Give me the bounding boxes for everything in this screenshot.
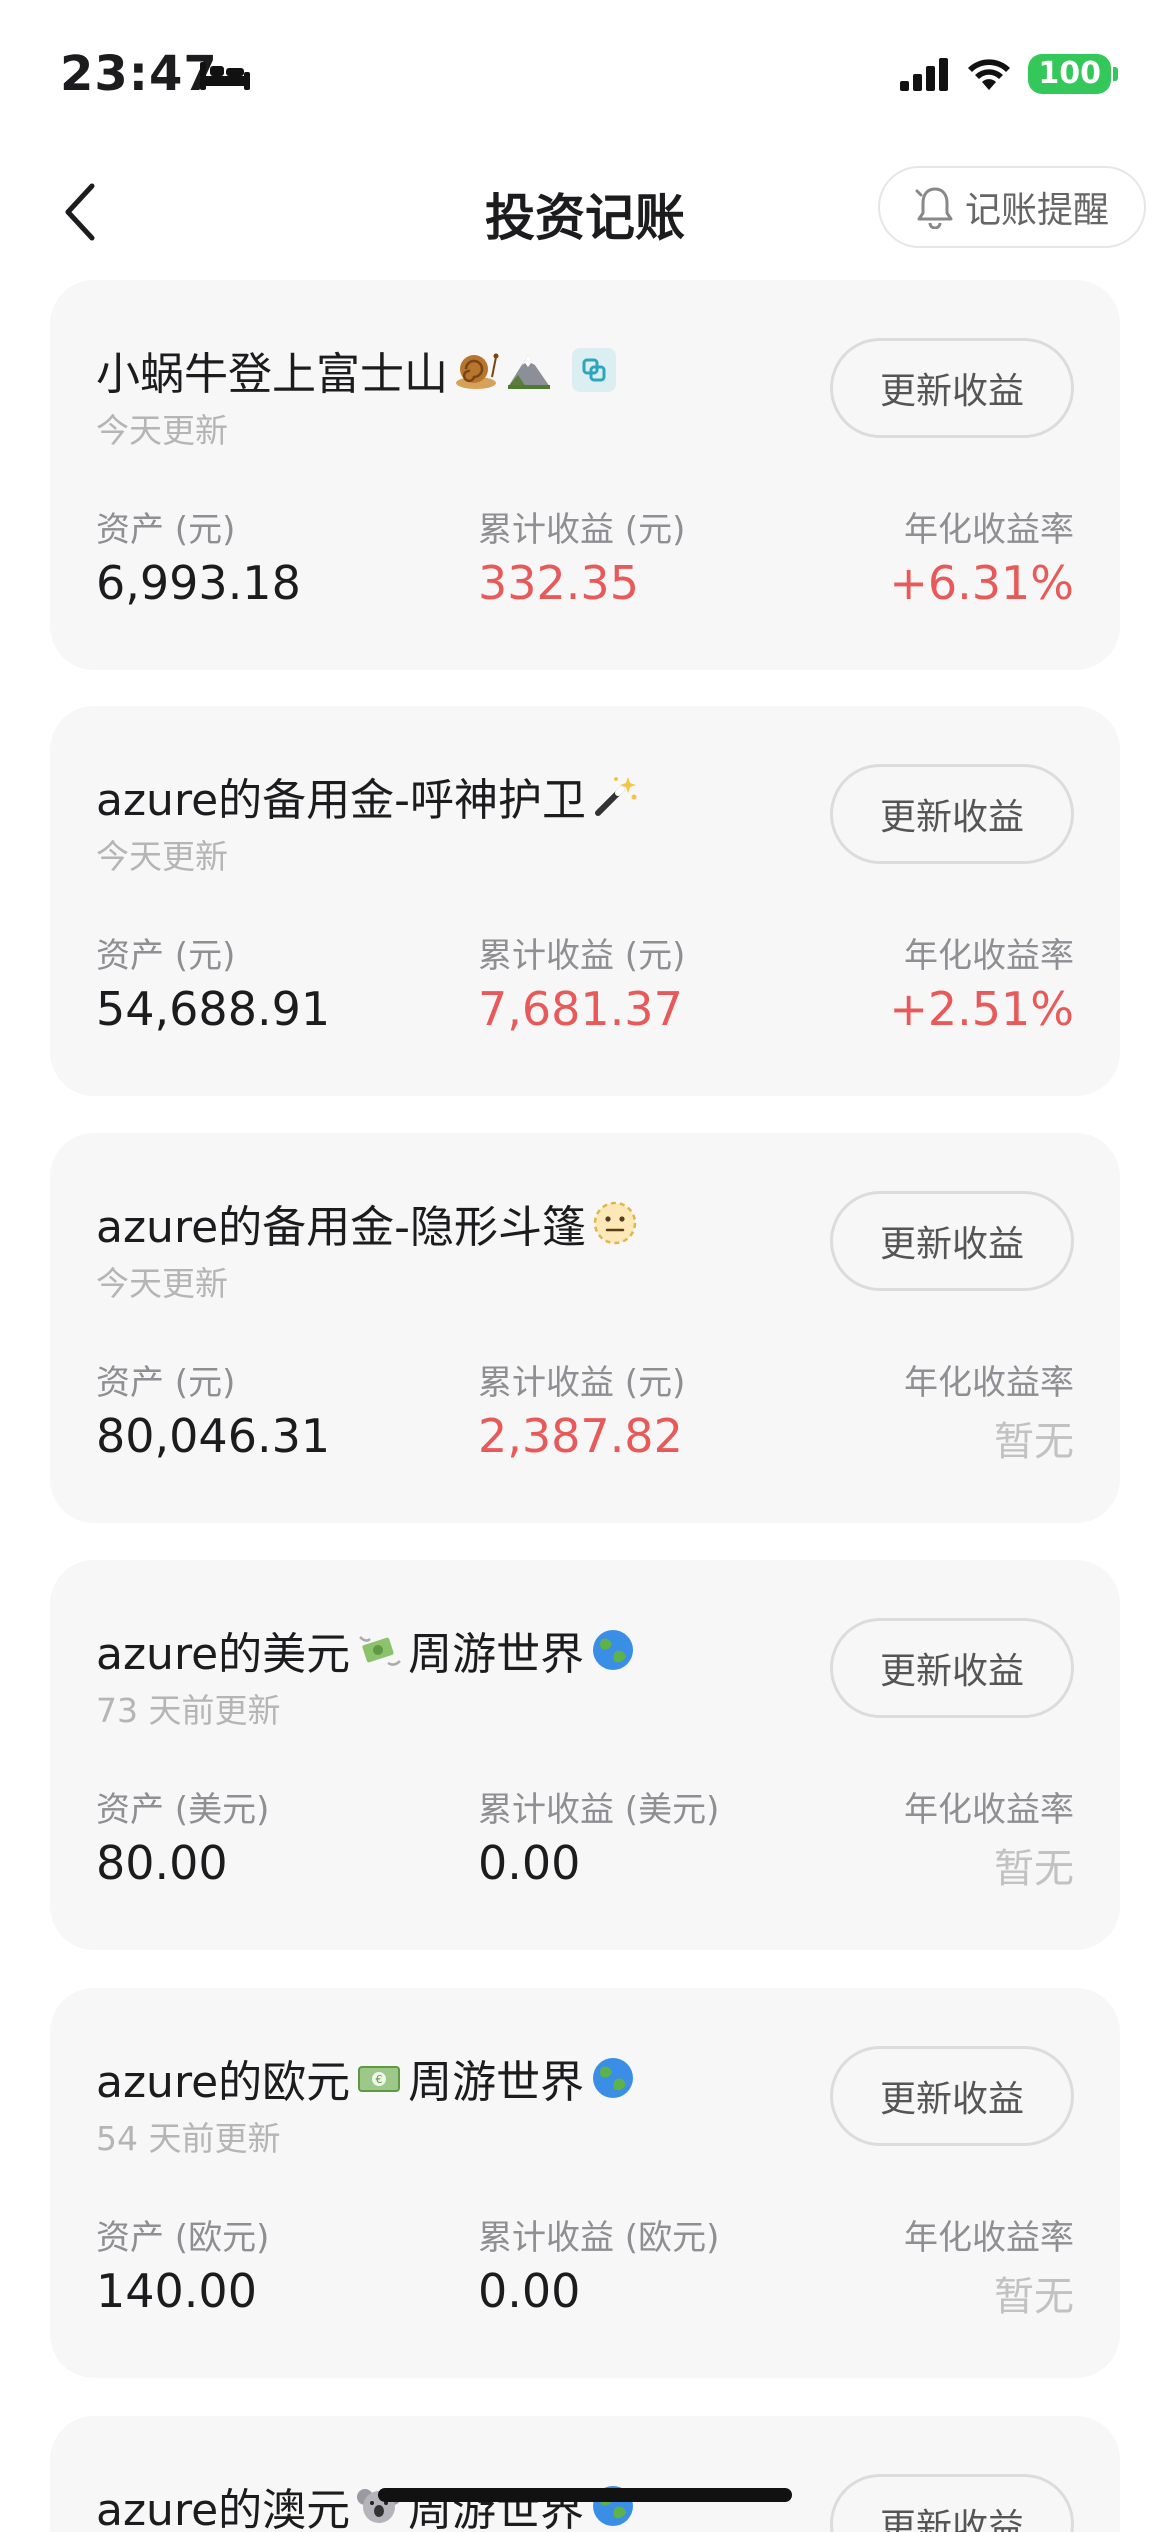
account-name-text: azure的美元 — [96, 1629, 351, 1680]
update-time: 今天更新 — [96, 411, 228, 450]
account-card[interactable]: azure的澳元 周游世界 更新收益 — [50, 2416, 1120, 2532]
account-name: azure的澳元 周游世界 — [96, 2474, 636, 2532]
asset-label: 资产 (欧元) — [96, 2218, 270, 2258]
money-wings-emoji — [359, 1636, 402, 1666]
account-card[interactable]: azure的备用金-隐形斗篷 今天更新 更新收益 资产 (元) 累计收益 (元)… — [50, 1133, 1120, 1523]
account-name-text-suffix: 周游世界 — [408, 1629, 585, 1680]
account-name-text: azure的备用金-呼神护卫 — [96, 775, 587, 826]
update-earnings-button[interactable]: 更新收益 — [830, 1191, 1074, 1291]
rate-value: +2.51% — [889, 982, 1074, 1036]
update-earnings-button[interactable]: 更新收益 — [830, 2474, 1074, 2532]
update-earnings-button[interactable]: 更新收益 — [830, 764, 1074, 864]
asset-label: 资产 (元) — [96, 1363, 236, 1403]
asset-value: 80.00 — [96, 1836, 228, 1890]
signal-icon — [900, 58, 949, 91]
profit-label: 累计收益 (欧元) — [478, 2218, 720, 2258]
account-name-text-suffix: 周游世界 — [408, 2485, 585, 2532]
rate-label: 年化收益率 — [904, 1790, 1074, 1830]
asset-value: 140.00 — [96, 2264, 257, 2318]
account-name-text: azure的备用金-隐形斗篷 — [96, 1202, 587, 1253]
svg-text:€: € — [376, 2073, 383, 2086]
profit-label: 累计收益 (元) — [478, 1363, 686, 1403]
magic-wand-emoji — [595, 777, 637, 816]
profit-value: 2,387.82 — [478, 1409, 683, 1463]
home-indicator[interactable] — [378, 2488, 792, 2502]
account-card[interactable]: azure的欧元 € 周游世界 54 天前更新 更新收益 资产 (欧元) 累计收… — [50, 1988, 1120, 2378]
wifi-icon — [968, 59, 1011, 90]
profit-value: 332.35 — [478, 556, 639, 610]
update-time: 今天更新 — [96, 1264, 228, 1303]
status-bar: 23:47 100 — [0, 0, 1170, 150]
reminder-label: 记账提醒 — [964, 190, 1109, 231]
status-time: 23:47 — [60, 46, 218, 102]
profit-label: 累计收益 (元) — [478, 936, 686, 976]
rate-label: 年化收益率 — [904, 936, 1074, 976]
rate-label: 年化收益率 — [904, 2218, 1074, 2258]
update-earnings-button[interactable]: 更新收益 — [830, 2046, 1074, 2146]
asset-label: 资产 (元) — [96, 936, 236, 976]
account-card[interactable]: 小蜗牛登上富士山 今天更新 更新收益 资产 (元) 累计收益 (元) 年化收益率… — [50, 280, 1120, 670]
asset-label: 资产 (美元) — [96, 1790, 270, 1830]
account-name-text: azure的澳元 — [96, 2485, 351, 2532]
neutral-face-emoji — [593, 1201, 637, 1245]
account-name-text: azure的欧元 — [96, 2057, 351, 2108]
bookkeeping-reminder-button[interactable]: 记账提醒 — [878, 166, 1146, 248]
link-icon[interactable] — [572, 348, 616, 392]
battery-icon: 100 — [1028, 54, 1111, 94]
profit-value: 0.00 — [478, 2264, 581, 2318]
profit-value: 7,681.37 — [478, 982, 683, 1036]
rate-value: 暂无 — [994, 1846, 1074, 1892]
globe-emoji — [593, 1630, 634, 1670]
update-time: 54 天前更新 — [96, 2119, 281, 2158]
account-card[interactable]: azure的美元 周游世界 73 天前更新 更新收益 资产 (美元) 累计收益 … — [50, 1560, 1120, 1950]
rate-value: +6.31% — [889, 556, 1074, 610]
profit-label: 累计收益 (美元) — [478, 1790, 720, 1830]
update-time: 今天更新 — [96, 837, 228, 876]
asset-label: 资产 (元) — [96, 510, 236, 550]
asset-value: 54,688.91 — [96, 982, 331, 1036]
update-time: 73 天前更新 — [96, 1691, 281, 1730]
euro-banknote-emoji: € — [358, 2066, 401, 2092]
rate-value: 暂无 — [994, 2274, 1074, 2320]
account-name-text: 小蜗牛登上富士山 — [96, 349, 448, 400]
account-name: azure的备用金-隐形斗篷 — [96, 1191, 638, 1255]
rate-value: 暂无 — [994, 1419, 1074, 1465]
account-name: 小蜗牛登上富士山 — [96, 338, 616, 402]
update-earnings-button[interactable]: 更新收益 — [830, 1618, 1074, 1718]
mountain-emoji — [508, 355, 550, 389]
rate-label: 年化收益率 — [904, 510, 1074, 550]
update-earnings-button[interactable]: 更新收益 — [830, 338, 1074, 438]
account-name: azure的备用金-呼神护卫 — [96, 764, 638, 828]
globe-emoji — [593, 2058, 634, 2098]
profit-label: 累计收益 (元) — [478, 510, 686, 550]
status-indicators: 100 — [900, 52, 1118, 96]
rate-label: 年化收益率 — [904, 1363, 1074, 1403]
account-name-text-suffix: 周游世界 — [408, 2057, 585, 2108]
sleep-bed-icon — [200, 62, 250, 90]
account-name: azure的欧元 € 周游世界 — [96, 2046, 636, 2110]
account-card[interactable]: azure的备用金-呼神护卫 今天更新 更新收益 资产 (元) 累计收益 (元)… — [50, 706, 1120, 1096]
account-name: azure的美元 周游世界 — [96, 1618, 636, 1682]
profit-value: 0.00 — [478, 1836, 581, 1890]
battery-tip — [1113, 67, 1118, 81]
asset-value: 80,046.31 — [96, 1409, 331, 1463]
asset-value: 6,993.18 — [96, 556, 301, 610]
snail-emoji — [456, 353, 499, 389]
link-glyph — [582, 358, 606, 382]
navigation-bar: 投资记账 记账提醒 — [0, 150, 1170, 270]
bell-icon — [915, 187, 953, 229]
